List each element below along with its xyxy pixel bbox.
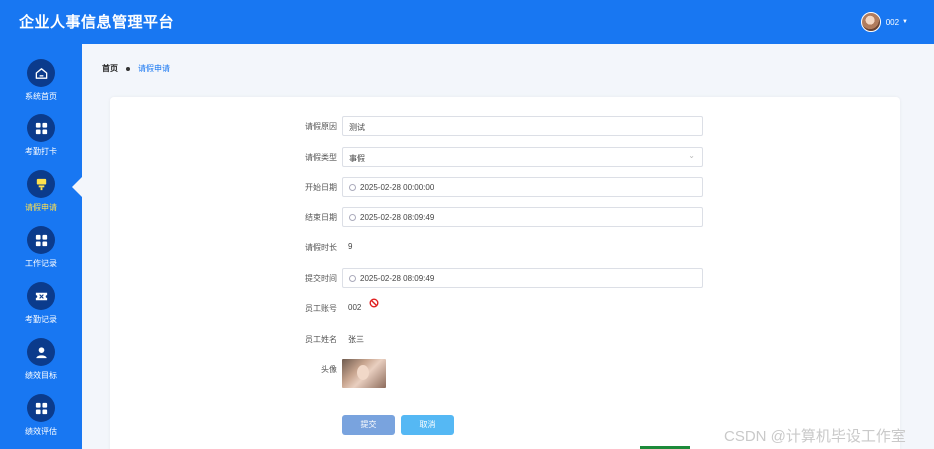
clock-icon — [349, 275, 356, 282]
grid-icon — [27, 394, 55, 422]
form-row-employee-name: 员工姓名 张三 — [0, 329, 934, 349]
user-avatar[interactable] — [860, 12, 881, 32]
end-date-picker[interactable]: 2025-02-28 08:09:49 — [342, 207, 703, 227]
duration-value: 9 — [348, 242, 353, 251]
breadcrumb-current: 请假申请 — [138, 64, 170, 73]
employee-id-label: 员工账号 — [305, 304, 337, 313]
submit-button[interactable]: 提交 — [342, 415, 395, 435]
submit-time-label: 提交时间 — [305, 274, 337, 283]
start-date-value: 2025-02-28 00:00:00 — [360, 183, 435, 192]
sidebar-item-label: 系统首页 — [25, 92, 57, 101]
username[interactable]: 002 — [886, 18, 899, 27]
watermark: CSDN @计算机毕设工作室 — [724, 428, 906, 445]
submit-time-picker[interactable]: 2025-02-28 08:09:49 — [342, 268, 703, 288]
top-bar: 企业人事信息管理平台 002 ▼ — [0, 0, 934, 44]
caret-down-icon[interactable]: ▼ — [902, 19, 908, 25]
reason-input[interactable]: 测试 — [342, 116, 703, 136]
sidebar-item-performance-review[interactable]: 绩效评估 — [0, 394, 82, 449]
sidebar-item-home[interactable]: 系统首页 — [0, 59, 82, 115]
chevron-down-icon: ⌄ — [688, 151, 695, 160]
form-row-end-date: 结束日期 2025-02-28 08:09:49 — [0, 207, 934, 227]
type-select[interactable]: 事假 ⌄ — [342, 147, 703, 167]
app-title: 企业人事信息管理平台 — [19, 14, 175, 31]
breadcrumb: 首页 请假申请 — [102, 63, 170, 74]
employee-name-value: 张三 — [348, 335, 364, 344]
submit-time-value: 2025-02-28 08:09:49 — [360, 274, 435, 283]
form-row-start-date: 开始日期 2025-02-28 00:00:00 — [0, 177, 934, 197]
avatar-face — [357, 365, 369, 380]
form-row-avatar: 头像 — [0, 359, 934, 379]
clock-icon — [349, 214, 356, 221]
avatar-image[interactable] — [342, 359, 386, 388]
end-date-value: 2025-02-28 08:09:49 — [360, 213, 435, 222]
employee-name-label: 员工姓名 — [305, 335, 337, 344]
avatar-label: 头像 — [321, 365, 337, 374]
type-label: 请假类型 — [305, 153, 337, 162]
end-date-label: 结束日期 — [305, 213, 337, 222]
user-menu[interactable]: 002 ▼ — [860, 12, 908, 32]
breadcrumb-home[interactable]: 首页 — [102, 63, 118, 74]
breadcrumb-separator — [126, 66, 130, 71]
sidebar-item-label: 绩效评估 — [25, 427, 57, 436]
home-icon — [27, 59, 55, 87]
form-row-submit-time: 提交时间 2025-02-28 08:09:49 — [0, 268, 934, 288]
duration-label: 请假时长 — [305, 243, 337, 252]
form-row-reason: 请假原因 测试 — [0, 116, 934, 136]
type-value: 事假 — [349, 154, 365, 163]
start-date-picker[interactable]: 2025-02-28 00:00:00 — [342, 177, 703, 197]
reason-label: 请假原因 — [305, 122, 337, 131]
form-row-type: 请假类型 事假 ⌄ — [0, 147, 934, 167]
cancel-button[interactable]: 取消 — [401, 415, 454, 435]
employee-id-value: 002 — [348, 303, 362, 312]
start-date-label: 开始日期 — [305, 183, 337, 192]
forbidden-icon — [369, 298, 379, 308]
form-row-employee-id: 员工账号 002 — [0, 298, 934, 318]
form-row-duration: 请假时长 9 — [0, 237, 934, 257]
clock-icon — [349, 184, 356, 191]
reason-value: 测试 — [349, 123, 365, 132]
